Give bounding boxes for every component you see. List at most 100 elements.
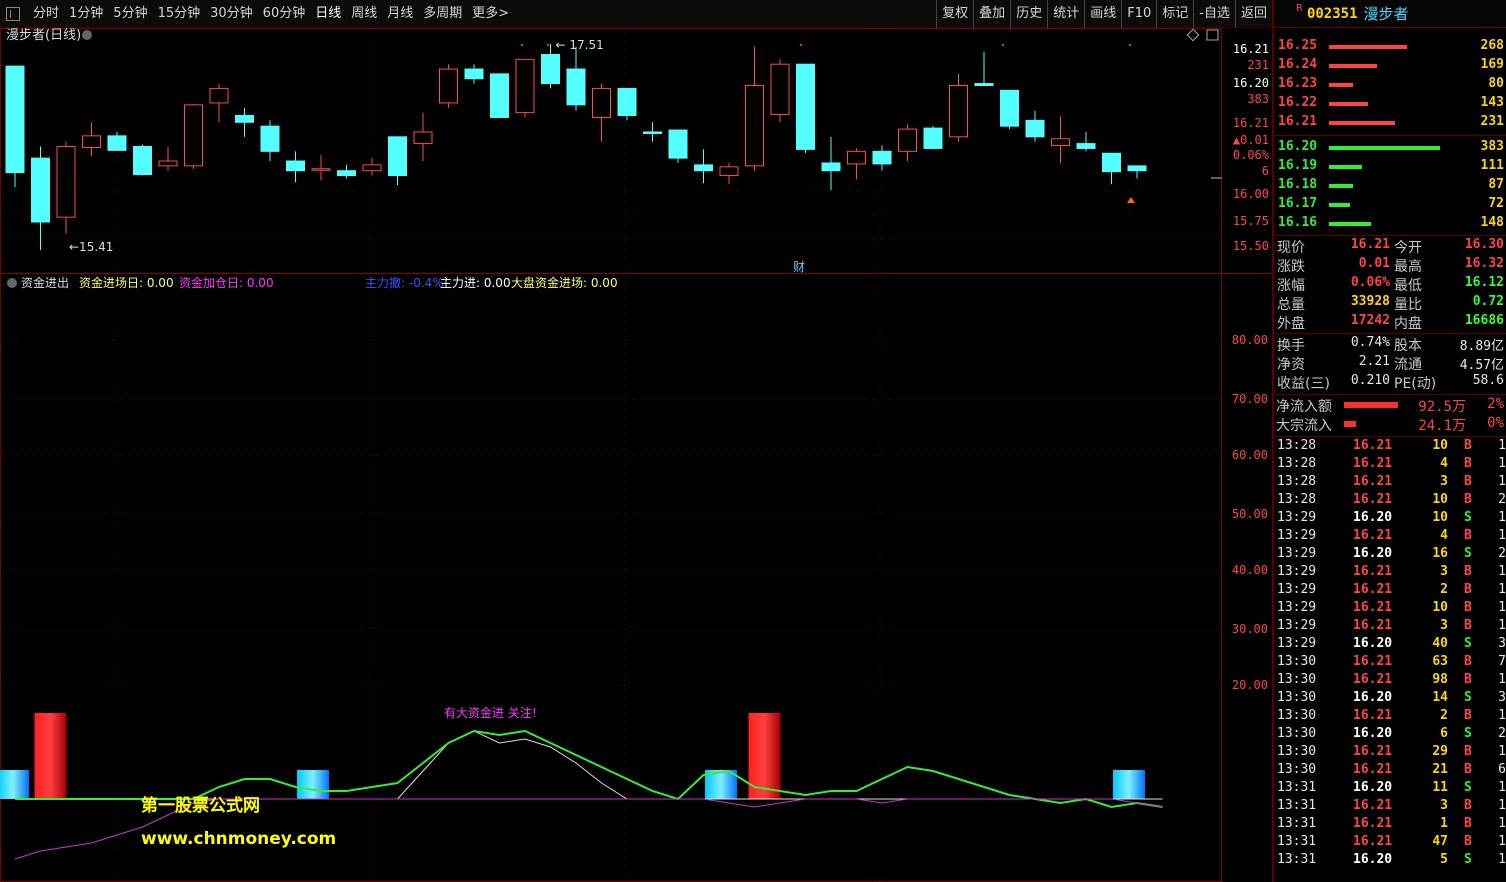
candle-body[interactable] — [694, 164, 713, 172]
period-tab-7[interactable]: 周线 — [346, 0, 382, 28]
ask-row[interactable]: 16.25 268 — [1274, 37, 1506, 56]
candle-body[interactable] — [235, 115, 254, 123]
candle-body[interactable] — [1000, 89, 1019, 127]
toolbar-action-7[interactable]: -自选 — [1193, 0, 1235, 28]
toolbar-action-4[interactable]: 画线 — [1084, 0, 1121, 28]
candle-body[interactable] — [209, 87, 229, 104]
tick-count: 1 — [1498, 510, 1506, 525]
candle-body[interactable] — [107, 135, 127, 151]
toolbar-action-5[interactable]: F10 — [1121, 0, 1156, 28]
window-toggle-icon[interactable] — [6, 7, 20, 21]
candle-body[interactable] — [464, 68, 484, 80]
diamond-icon[interactable] — [1186, 28, 1200, 42]
period-tab-3[interactable]: 15分钟 — [153, 0, 206, 28]
candle-body[interactable] — [337, 170, 356, 177]
ob-volume-bar — [1329, 165, 1362, 169]
candle-body[interactable] — [566, 68, 586, 106]
candle-body[interactable] — [643, 131, 662, 134]
candle-body[interactable] — [260, 125, 280, 152]
candle-body[interactable] — [796, 63, 815, 150]
candle-body[interactable] — [490, 73, 509, 118]
tick-time: 13:29 — [1277, 564, 1317, 579]
tick-time: 13:29 — [1277, 546, 1317, 561]
ask-row[interactable]: 16.23 80 — [1274, 75, 1506, 94]
stat-value: 16.21 — [1350, 237, 1390, 252]
candle-body[interactable] — [158, 160, 178, 167]
period-tab-6[interactable]: 日线 — [310, 0, 346, 28]
candle-body[interactable] — [1076, 143, 1096, 149]
toolbar-action-2[interactable]: 历史 — [1010, 0, 1047, 28]
candle-body[interactable] — [1127, 165, 1147, 172]
toolbar-action-0[interactable]: 复权 — [936, 0, 973, 28]
candle-body[interactable] — [668, 129, 688, 159]
candle-body[interactable] — [133, 146, 152, 176]
tick-time: 13:31 — [1277, 816, 1317, 831]
candle-body[interactable] — [898, 128, 917, 152]
candle-body[interactable] — [923, 127, 943, 149]
dropdown-icon[interactable] — [82, 30, 92, 40]
candle-body[interactable] — [413, 131, 433, 145]
ob-price: 16.18 — [1278, 177, 1318, 192]
candle-body[interactable] — [974, 83, 994, 87]
indicator-axis-label: 40.00 — [1232, 563, 1268, 577]
tick-count: 2 — [1498, 546, 1506, 561]
bid-row[interactable]: 16.20 383 — [1274, 138, 1506, 157]
finance-marker[interactable]: 财 — [793, 260, 805, 274]
bid-row[interactable]: 16.17 72 — [1274, 195, 1506, 214]
stat-value: 16.12 — [1464, 275, 1504, 290]
candle-body[interactable] — [1102, 152, 1121, 173]
candle-body[interactable] — [439, 68, 458, 104]
chart-area[interactable]: ← 17.51 ←15.41 漫步者(日线) 财 16.21 231 16.20 383 16.… — [0, 28, 1272, 882]
period-tab-0[interactable]: 分时 — [28, 0, 64, 28]
candle-body[interactable] — [821, 162, 841, 172]
candle-body[interactable] — [541, 54, 560, 85]
period-tab-2[interactable]: 5分钟 — [108, 0, 152, 28]
candle-body[interactable] — [745, 85, 764, 167]
bid-row[interactable]: 16.19 111 — [1274, 157, 1506, 176]
ask-row[interactable]: 16.22 143 — [1274, 94, 1506, 113]
candle-body[interactable] — [184, 104, 203, 167]
tick-list[interactable]: 13:28 16.21 10 B 1 13:28 16.21 4 B 1 13:28 16.21 3 B 1… — [1274, 437, 1506, 869]
candle-body[interactable] — [1051, 138, 1070, 147]
indicator-dropdown-icon[interactable] — [7, 278, 17, 288]
period-tab-9[interactable]: 多周期 — [418, 0, 467, 28]
period-tab-4[interactable]: 30分钟 — [205, 0, 258, 28]
candle-body[interactable] — [286, 160, 305, 172]
candle-body[interactable] — [847, 150, 866, 165]
period-tab-5[interactable]: 60分钟 — [258, 0, 311, 28]
candle-body[interactable] — [515, 58, 535, 114]
restore-icon[interactable] — [1206, 29, 1219, 41]
ask-row[interactable]: 16.21 231 — [1274, 113, 1506, 132]
tick-time: 13:29 — [1277, 618, 1317, 633]
tick-price: 16.21 — [1353, 564, 1393, 579]
candle-body[interactable] — [82, 135, 101, 148]
candle-body[interactable] — [388, 136, 407, 177]
period-tab-1[interactable]: 1分钟 — [64, 0, 108, 28]
toolbar-action-6[interactable]: 标记 — [1156, 0, 1193, 28]
candle-body[interactable] — [362, 164, 382, 172]
tick-volume: 3 — [1440, 618, 1448, 633]
candle-body[interactable] — [311, 168, 331, 171]
candle-body[interactable] — [770, 63, 790, 116]
bid-row[interactable]: 16.18 87 — [1274, 176, 1506, 195]
candle-body[interactable] — [719, 166, 739, 177]
toolbar-action-8[interactable]: 返回 — [1234, 0, 1272, 28]
candle-body[interactable] — [617, 87, 637, 117]
candle-body[interactable] — [31, 157, 50, 223]
bid-row[interactable]: 16.16 148 — [1274, 214, 1506, 233]
ask-row[interactable]: 16.24 169 — [1274, 56, 1506, 75]
candle-body[interactable] — [5, 65, 25, 174]
toolbar-action-1[interactable]: 叠加 — [973, 0, 1010, 28]
toolbar-action-3[interactable]: 统计 — [1047, 0, 1084, 28]
candle-body[interactable] — [872, 150, 892, 165]
candle-body[interactable] — [592, 87, 611, 118]
period-tab-8[interactable]: 月线 — [382, 0, 418, 28]
candle-body[interactable] — [949, 85, 968, 138]
tick-side: S — [1464, 780, 1472, 795]
stat-value: 16686 — [1464, 313, 1504, 328]
tick-side: B — [1464, 798, 1472, 813]
candle-body[interactable] — [56, 146, 76, 218]
tick-volume: 4 — [1440, 528, 1448, 543]
period-tab-10[interactable]: 更多> — [467, 0, 514, 28]
candle-body[interactable] — [1025, 119, 1045, 138]
